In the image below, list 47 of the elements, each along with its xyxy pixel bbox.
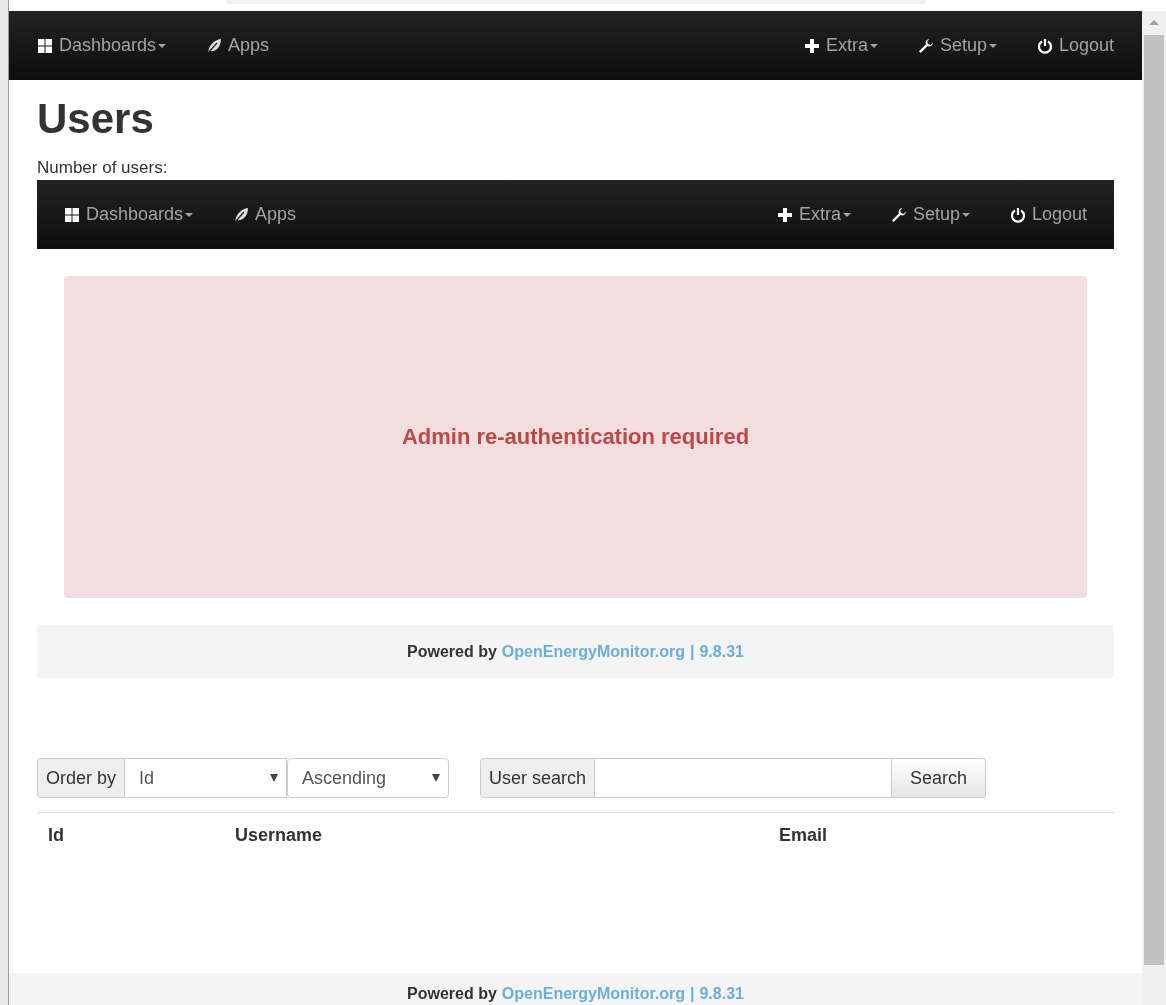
- grid-icon: [64, 206, 80, 223]
- nav-dropdown[interactable]: Setup: [897, 35, 1017, 56]
- footer-text: Powered by: [407, 642, 497, 661]
- scroll-thumb[interactable]: [1144, 35, 1164, 965]
- caret-icon: [842, 212, 851, 217]
- order-by-select[interactable]: Id: [125, 758, 288, 798]
- leaf-icon: [206, 37, 223, 54]
- wrench-icon: [917, 37, 934, 54]
- nav-dropdown[interactable]: Dashboards: [37, 204, 214, 225]
- direction-select[interactable]: Ascending: [287, 758, 450, 798]
- grid-icon: [37, 37, 53, 54]
- caret-icon: [988, 43, 997, 48]
- user-count-label: Number of users:: [37, 158, 169, 178]
- wrench-icon: [890, 206, 907, 223]
- nav-dropdown[interactable]: Extra: [783, 35, 898, 56]
- nav-dropdown[interactable]: Setup: [870, 204, 990, 225]
- power-icon: [1009, 206, 1026, 223]
- plus-icon: [803, 37, 820, 54]
- dropdown-arrow-icon: [270, 774, 279, 782]
- nav-dropdown[interactable]: Extra: [756, 204, 871, 225]
- column-header: Username: [235, 825, 324, 846]
- caret-icon: [185, 212, 194, 217]
- nav-dropdown[interactable]: Dashboards: [9, 35, 187, 56]
- user-search-label: User search: [480, 758, 596, 798]
- search-button[interactable]: Search: [892, 758, 987, 798]
- plus-icon: [776, 206, 793, 223]
- column-header: Id: [48, 825, 65, 846]
- leaf-icon: [233, 206, 250, 223]
- search-field[interactable]: [595, 758, 893, 798]
- caret-icon: [158, 43, 167, 48]
- power-icon: [1036, 37, 1053, 54]
- nav-link[interactable]: Logout: [1016, 35, 1142, 56]
- footer-text: Powered by: [407, 984, 497, 1003]
- order-by-label: Order by: [37, 758, 126, 798]
- scroll-up-icon[interactable]: [1149, 20, 1159, 25]
- column-header: Email: [779, 825, 829, 846]
- separator: |: [690, 984, 695, 1003]
- nav-link[interactable]: Apps: [213, 204, 317, 225]
- caret-icon: [869, 43, 878, 48]
- scrollbar[interactable]: [1142, 11, 1166, 1005]
- page-title: Users: [37, 96, 155, 142]
- caret-icon: [961, 212, 970, 217]
- separator: |: [690, 642, 695, 661]
- dropdown-arrow-icon: [432, 774, 441, 782]
- alert-message: Admin re-authentication required: [64, 276, 1087, 598]
- nav-link[interactable]: Logout: [989, 204, 1114, 225]
- nav-link[interactable]: Apps: [186, 35, 290, 56]
